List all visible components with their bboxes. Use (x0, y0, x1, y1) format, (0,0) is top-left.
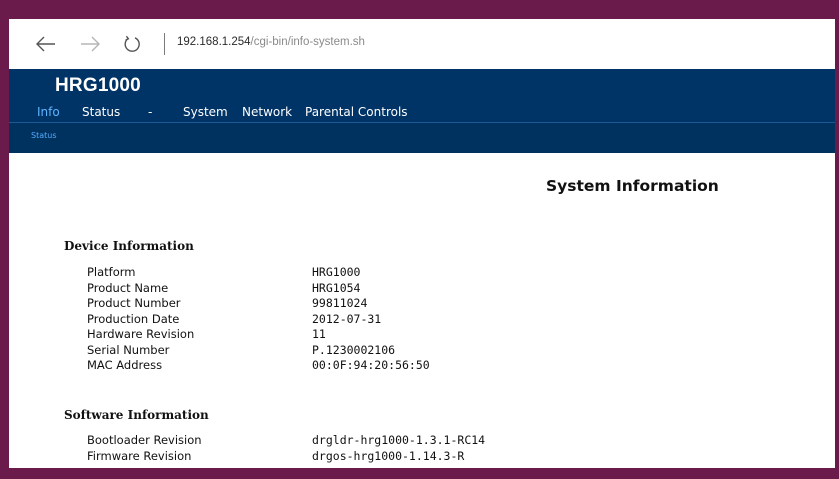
address-host: 192.168.1.254 (177, 36, 251, 48)
info-label: Product Name (87, 280, 169, 295)
browser-window: 192.168.1.254/cgi-bin/info-system.sh HRG… (9, 19, 835, 468)
info-value: 2012-07-31 (312, 311, 382, 326)
info-row: Product Number 99811024 (9, 296, 835, 312)
info-value: HRG1054 (312, 280, 361, 295)
info-label: Hardware Revision (87, 327, 195, 341)
info-row: Bootloader Revision drgldr-hrg1000-1.3.1… (9, 433, 835, 449)
address-path: /cgi-bin/info-system.sh (250, 36, 365, 48)
info-value: P.1230002106 (312, 342, 396, 357)
info-label: Platform (87, 265, 136, 279)
menu-item-status[interactable]: Status (82, 105, 148, 121)
router-header: HRG1000 Info Status - System Network Par… (9, 69, 835, 122)
info-value: drgos-hrg1000-1.14.3-R (312, 448, 465, 463)
main-content: System Information Device Information Pl… (9, 153, 835, 468)
menu-item-info[interactable]: Info (37, 105, 82, 121)
menu-item-network[interactable]: Network (242, 105, 305, 121)
info-label: Bootloader Revision (87, 433, 202, 447)
info-label: Serial Number (87, 342, 170, 357)
info-value: HRG1000 (312, 265, 361, 279)
info-value: 11 (312, 327, 326, 341)
menu-item-parental-controls[interactable]: Parental Controls (305, 105, 408, 121)
address-separator (164, 33, 165, 55)
info-value: drgldr-hrg1000-1.3.1-RC14 (312, 433, 486, 447)
info-row: Hardware Revision 11 (9, 327, 835, 343)
device-info-heading: Device Information (64, 239, 194, 253)
main-menu: Info Status - System Network Parental Co… (37, 105, 408, 121)
address-bar[interactable]: 192.168.1.254/cgi-bin/info-system.sh (177, 36, 365, 48)
menu-item-separator[interactable]: - (148, 105, 183, 121)
page-title: System Information (546, 177, 719, 195)
router-brand: HRG1000 (55, 75, 141, 96)
info-row: MAC Address 00:0F:94:20:56:50 (9, 358, 835, 374)
menu-item-system[interactable]: System (183, 105, 242, 121)
browser-toolbar: 192.168.1.254/cgi-bin/info-system.sh (9, 19, 835, 69)
info-row: Serial Number P.1230002106 (9, 343, 835, 359)
info-row: Product Name HRG1054 (9, 281, 835, 297)
back-arrow-icon[interactable] (31, 29, 61, 59)
info-label: Firmware Revision (87, 448, 192, 463)
info-row: Platform HRG1000 (9, 265, 835, 281)
software-info-heading: Software Information (64, 408, 209, 422)
info-row: Production Date 2012-07-31 (9, 312, 835, 328)
info-label: Production Date (87, 311, 180, 326)
info-value: 00:0F:94:20:56:50 (312, 358, 430, 372)
info-label: MAC Address (87, 358, 163, 372)
subnav-item-status[interactable]: Status (31, 131, 57, 140)
refresh-icon[interactable] (117, 29, 147, 59)
info-label: Product Number (87, 296, 181, 310)
forward-arrow-icon[interactable] (75, 29, 105, 59)
info-row: Firmware Revision drgos-hrg1000-1.14.3-R (9, 449, 835, 465)
info-value: 99811024 (312, 296, 368, 310)
sub-navigation: Status (9, 122, 835, 153)
